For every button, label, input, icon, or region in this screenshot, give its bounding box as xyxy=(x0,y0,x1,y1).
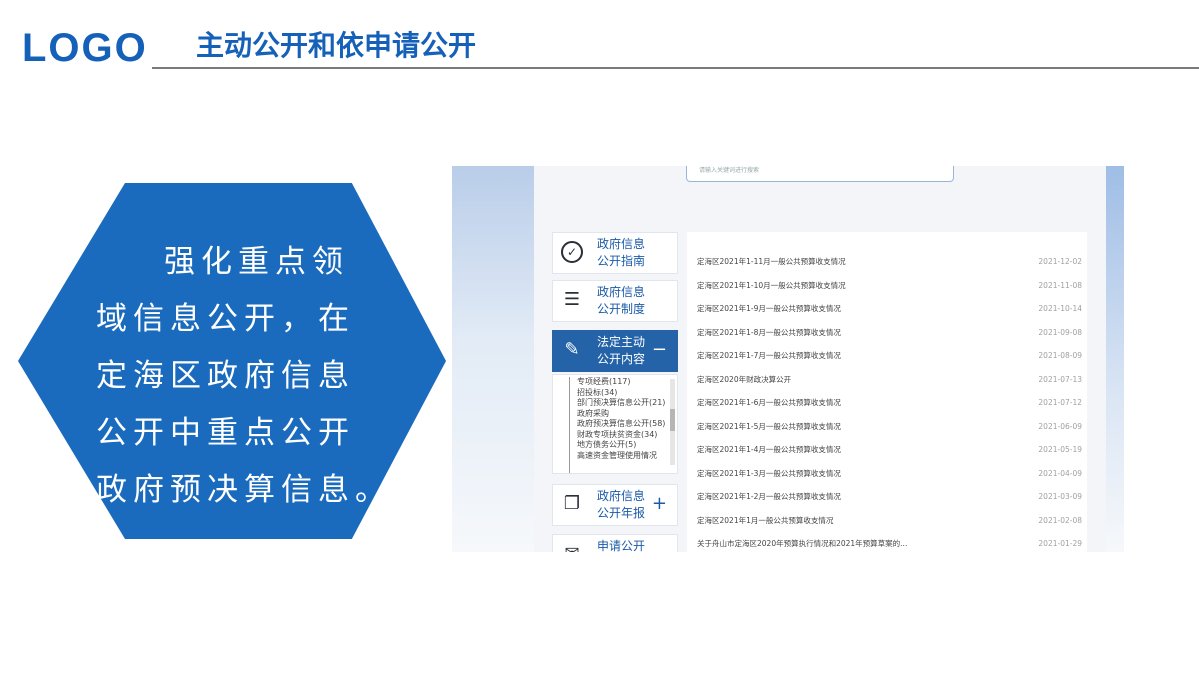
document-list-icon: ☰ xyxy=(563,289,581,310)
list-item[interactable]: 定海区2021年1-7月一般公共预算收支情况 2021-08-09 xyxy=(697,350,1082,362)
callout-line: 政府预决算信息。 xyxy=(96,472,392,508)
item-date: 2021-02-08 xyxy=(1038,515,1082,525)
sub-item[interactable]: 政府采购 xyxy=(577,409,665,420)
callout-line: 域信息公开，在 xyxy=(96,301,355,337)
item-date: 2021-12-02 xyxy=(1038,257,1082,266)
nav-item-annual-report[interactable]: ❐ 政府信息 公开年报 + xyxy=(552,484,678,526)
callout-line: 强化重点领 xyxy=(164,244,349,280)
item-date: 2021-03-09 xyxy=(1038,492,1082,501)
collapse-icon[interactable]: − xyxy=(652,341,667,359)
scrollbar[interactable] xyxy=(670,379,675,465)
item-title[interactable]: 定海区2021年1-10月一般公共预算收支情况 xyxy=(697,280,846,292)
item-date: 2021-01-29 xyxy=(1038,539,1082,548)
list-item[interactable]: 定海区2020年财政决算公开 2021-07-13 xyxy=(697,374,1082,386)
callout-line: 定海区政府信息 xyxy=(96,358,355,394)
list-item[interactable]: 定海区2021年1-5月一般公共预算收支情况 2021-06-09 xyxy=(697,421,1082,433)
item-date: 2021-08-09 xyxy=(1038,351,1082,360)
mail-icon: ✉ xyxy=(561,543,583,552)
list-item[interactable]: 定海区2021年1-4月一般公共预算收支情况 2021-05-19 xyxy=(697,444,1082,456)
search-placeholder: 请输入关键词进行搜索 xyxy=(699,167,760,174)
item-title[interactable]: 定海区2021年1-9月一般公共预算收支情况 xyxy=(697,303,841,315)
sub-item[interactable]: 招投标(34) xyxy=(577,388,665,399)
sub-item[interactable]: 政府预决算信息公开(58) xyxy=(577,419,665,430)
nav-label: 政府信息 xyxy=(597,237,646,251)
item-title[interactable]: 关于舟山市定海区2020年预算执行情况和2021年预算草案的... xyxy=(697,538,907,550)
list-item[interactable]: 定海区2021年1-11月一般公共预算收支情况 2021-12-02 xyxy=(697,256,1082,268)
nav-label: 公开年报 xyxy=(597,506,646,520)
nav-label: 公开指南 xyxy=(597,254,646,268)
sub-category-list: 专项经费(117) 招投标(34) 部门预决算信息公开(21) 政府采购 政府预… xyxy=(552,374,678,474)
scrollbar-thumb[interactable] xyxy=(670,409,675,431)
item-date: 2021-06-09 xyxy=(1038,421,1082,431)
list-item[interactable]: 定海区2021年1-8月一般公共预算收支情况 2021-09-08 xyxy=(697,327,1082,339)
item-date: 2021-11-08 xyxy=(1038,280,1082,290)
embedded-screenshot: 请输入关键词进行搜索 ✓ 政府信息 公开指南 ☰ 政府信息 公开制度 ✎ 法定主… xyxy=(452,166,1124,552)
item-title[interactable]: 定海区2021年1-6月一般公共预算收支情况 xyxy=(697,397,841,409)
folder-doc-icon: ❐ xyxy=(563,493,581,514)
header-divider xyxy=(152,67,1199,69)
item-date: 2021-07-13 xyxy=(1038,374,1082,384)
sub-item[interactable]: 地方债务公开(5) xyxy=(577,440,665,451)
list-item[interactable]: 定海区2021年1-2月一般公共预算收支情况 2021-03-09 xyxy=(697,491,1082,503)
nav-label: 公开内容 xyxy=(597,352,646,366)
expand-icon[interactable]: + xyxy=(652,495,667,513)
item-date: 2021-10-14 xyxy=(1038,304,1082,313)
sub-item[interactable]: 专项经费(117) xyxy=(577,377,665,388)
list-item[interactable]: 定海区2021年1-3月一般公共预算收支情况 2021-04-09 xyxy=(697,468,1082,480)
sub-item[interactable]: 部门预决算信息公开(21) xyxy=(577,398,665,409)
nav-label: 政府信息 xyxy=(597,489,646,503)
slide-title: 主动公开和依申请公开 xyxy=(196,29,477,62)
item-title[interactable]: 定海区2021年1-5月一般公共预算收支情况 xyxy=(697,421,841,433)
list-item[interactable]: 定海区2021年1-10月一般公共预算收支情况 2021-11-08 xyxy=(697,280,1082,292)
nav-item-guide[interactable]: ✓ 政府信息 公开指南 xyxy=(552,232,678,274)
nav-item-apply[interactable]: ✉ 申请公开 xyxy=(552,534,678,552)
item-title[interactable]: 定海区2021年1-3月一般公共预算收支情况 xyxy=(697,468,841,480)
nav-label: 公开制度 xyxy=(597,302,646,316)
search-input[interactable]: 请输入关键词进行搜索 xyxy=(686,166,954,182)
clipboard-edit-icon: ✎ xyxy=(564,339,580,360)
content-list: 定海区2021年1-11月一般公共预算收支情况 2021-12-02 定海区202… xyxy=(687,232,1087,552)
list-item[interactable]: 定海区2021年1月一般公共预算收支情况 2021-02-08 xyxy=(697,515,1082,527)
list-item[interactable]: 定海区2021年1-9月一般公共预算收支情况 2021-10-14 xyxy=(697,303,1082,315)
item-title[interactable]: 定海区2021年1-2月一般公共预算收支情况 xyxy=(697,491,841,503)
nav-item-system[interactable]: ☰ 政府信息 公开制度 xyxy=(552,280,678,322)
list-item[interactable]: 定海区2021年1-6月一般公共预算收支情况 2021-07-12 xyxy=(697,397,1082,409)
item-title[interactable]: 定海区2020年财政决算公开 xyxy=(697,374,791,386)
item-date: 2021-04-09 xyxy=(1038,468,1082,478)
callout-line: 公开中重点公开 xyxy=(96,415,355,451)
item-title[interactable]: 定海区2021年1-7月一般公共预算收支情况 xyxy=(697,350,841,362)
nav-item-statutory[interactable]: ✎ 法定主动 公开内容 − xyxy=(552,330,678,372)
item-title[interactable]: 定海区2021年1-4月一般公共预算收支情况 xyxy=(697,444,841,456)
list-item[interactable]: 关于舟山市定海区2020年预算执行情况和2021年预算草案的... 2021-01… xyxy=(697,538,1082,550)
side-gradient-left xyxy=(452,166,534,552)
callout-text: 强化重点领 域信息公开，在 定海区政府信息 公开中重点公开 政府预决算信息。 xyxy=(96,234,392,519)
side-gradient-right xyxy=(1106,166,1124,552)
sub-item[interactable]: 财政专项扶贫资金(34) xyxy=(577,430,665,441)
compass-icon: ✓ xyxy=(561,241,583,263)
nav-label: 法定主动 xyxy=(597,335,646,349)
tree-line xyxy=(569,377,570,473)
nav-label: 政府信息 xyxy=(597,285,646,299)
item-title[interactable]: 定海区2021年1月一般公共预算收支情况 xyxy=(697,515,833,527)
item-date: 2021-09-08 xyxy=(1038,327,1082,337)
logo: LOGO xyxy=(22,26,148,70)
item-title[interactable]: 定海区2021年1-11月一般公共预算收支情况 xyxy=(697,256,846,268)
sub-item[interactable]: 高速资金管理使用情况 xyxy=(577,451,665,462)
nav-label: 申请公开 xyxy=(597,539,646,552)
item-title[interactable]: 定海区2021年1-8月一般公共预算收支情况 xyxy=(697,327,841,339)
item-date: 2021-07-12 xyxy=(1038,398,1082,407)
item-date: 2021-05-19 xyxy=(1038,445,1082,454)
